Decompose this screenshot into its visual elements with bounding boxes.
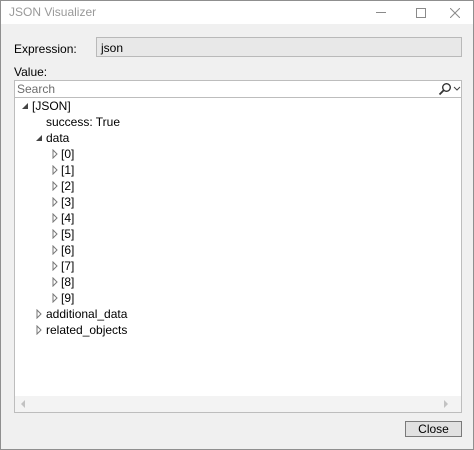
close-window-button[interactable] xyxy=(437,1,473,24)
minimize-icon xyxy=(376,12,386,13)
tree-node-related-objects[interactable]: related_objects xyxy=(46,322,127,338)
collapsed-arrow-icon[interactable] xyxy=(34,309,44,319)
expression-label: Expression: xyxy=(14,42,77,56)
collapsed-arrow-icon[interactable] xyxy=(50,229,60,239)
collapsed-arrow-icon[interactable] xyxy=(34,325,44,335)
close-button[interactable]: Close xyxy=(405,421,462,437)
tree-node-additional-data[interactable]: additional_data xyxy=(46,306,127,322)
collapsed-arrow-icon[interactable] xyxy=(50,213,60,223)
expanded-arrow-icon[interactable] xyxy=(34,133,44,143)
tree-node-root[interactable]: [JSON] xyxy=(32,98,71,114)
collapsed-arrow-icon[interactable] xyxy=(50,293,60,303)
collapsed-arrow-icon[interactable] xyxy=(50,197,60,207)
tree-node-label: [6] xyxy=(61,243,75,257)
minimize-button[interactable] xyxy=(363,1,399,24)
tree-node-data-item[interactable]: [5] xyxy=(61,226,74,242)
tree-node-data-item[interactable]: [9] xyxy=(61,290,74,306)
window-title: JSON Visualizer xyxy=(9,5,97,19)
collapsed-arrow-icon[interactable] xyxy=(50,149,60,159)
collapsed-arrow-icon[interactable] xyxy=(50,277,60,287)
title-bar[interactable]: JSON Visualizer xyxy=(1,1,473,24)
json-tree[interactable]: [JSON] success: True data [0] [1] [2] [3… xyxy=(14,98,462,413)
tree-node-label: [9] xyxy=(61,291,75,305)
expanded-arrow-icon[interactable] xyxy=(20,101,30,111)
search-icon[interactable] xyxy=(438,82,452,96)
tree-node-label: additional_data xyxy=(46,307,128,321)
close-icon xyxy=(450,7,460,18)
chevron-down-icon[interactable] xyxy=(453,83,461,95)
maximize-button[interactable] xyxy=(403,1,439,24)
tree-node-label: [JSON] xyxy=(32,99,71,113)
tree-node-data-item[interactable]: [4] xyxy=(61,210,74,226)
expression-field[interactable]: json xyxy=(96,37,462,57)
tree-node-label: [2] xyxy=(61,179,75,193)
scroll-right-icon[interactable] xyxy=(443,400,449,408)
horizontal-scrollbar[interactable] xyxy=(15,396,461,412)
json-visualizer-window: JSON Visualizer Expression: json Value: xyxy=(0,0,474,450)
scroll-left-icon[interactable] xyxy=(20,400,26,408)
tree-node-data-item[interactable]: [7] xyxy=(61,258,74,274)
tree-node-label: [1] xyxy=(61,163,75,177)
tree-node-success[interactable]: success: True xyxy=(46,114,120,130)
collapsed-arrow-icon[interactable] xyxy=(50,261,60,271)
tree-node-label: [8] xyxy=(61,275,75,289)
tree-node-label: success: True xyxy=(46,115,121,129)
tree-node-label: [5] xyxy=(61,227,75,241)
value-label: Value: xyxy=(14,65,48,79)
tree-node-label: [3] xyxy=(61,195,75,209)
tree-node-label: [0] xyxy=(61,147,75,161)
search-box[interactable] xyxy=(14,80,462,98)
tree-node-data-item[interactable]: [2] xyxy=(61,178,74,194)
tree-node-data-item[interactable]: [0] xyxy=(61,146,74,162)
tree-node-data-item[interactable]: [6] xyxy=(61,242,74,258)
collapsed-arrow-icon[interactable] xyxy=(50,181,60,191)
maximize-icon xyxy=(416,7,426,18)
tree-node-data[interactable]: data xyxy=(46,130,69,146)
tree-node-label: related_objects xyxy=(46,323,128,337)
search-input[interactable] xyxy=(17,82,427,96)
tree-node-data-item[interactable]: [3] xyxy=(61,194,74,210)
tree-node-data-item[interactable]: [1] xyxy=(61,162,74,178)
tree-node-label: data xyxy=(46,131,70,145)
tree-node-label: [7] xyxy=(61,259,75,273)
tree-node-label: [4] xyxy=(61,211,75,225)
collapsed-arrow-icon[interactable] xyxy=(50,245,60,255)
collapsed-arrow-icon[interactable] xyxy=(50,165,60,175)
tree-node-data-item[interactable]: [8] xyxy=(61,274,74,290)
